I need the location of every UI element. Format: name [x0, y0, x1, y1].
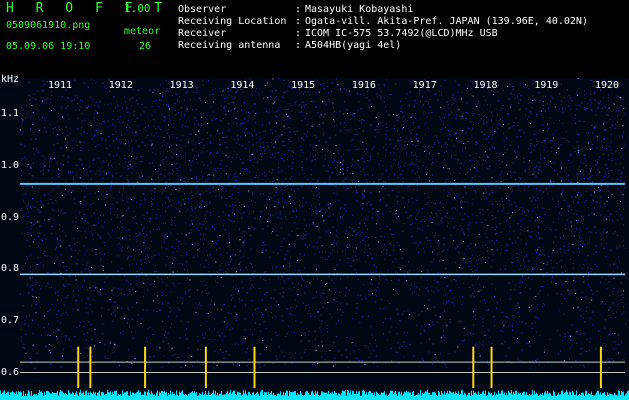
image-filename: 0509061910.png [6, 20, 91, 31]
x-tick-label: 1913 [169, 80, 194, 91]
x-tick-label: 1920 [595, 80, 620, 91]
location-sep: : [295, 16, 302, 27]
y-axis-unit: kHz [1, 74, 20, 85]
x-tick-label: 1916 [351, 80, 376, 91]
header-panel: H R O F F T 1.00 0509061910.png 05.09.06… [0, 0, 629, 78]
x-tick-label: 1911 [48, 80, 73, 91]
x-tick-label: 1915 [291, 80, 316, 91]
y-tick-label: 1.1 [1, 108, 20, 120]
y-tick-label: 0.6 [1, 366, 20, 378]
meteor-label: meteor [124, 26, 161, 37]
app-version: 1.00 [124, 2, 151, 15]
receiver-label: Receiver [178, 28, 227, 39]
meteor-count: 26 [139, 41, 152, 52]
x-tick-label: 1917 [412, 80, 437, 91]
x-tick-label: 1919 [534, 80, 559, 91]
location-label: Receiving Location [178, 16, 287, 27]
x-tick-label: 1914 [230, 80, 255, 91]
x-tick-label: 1912 [108, 80, 133, 91]
spectrogram-background [0, 78, 629, 400]
antenna-sep: : [295, 40, 302, 51]
observation-timestamp: 05.09.06 19:10 [6, 41, 91, 52]
receiver-sep: : [295, 28, 302, 39]
antenna-label: Receiving antenna [178, 40, 281, 51]
observer-sep: : [295, 4, 302, 15]
observer-label: Observer [178, 4, 227, 15]
y-tick-label: 0.8 [1, 263, 20, 275]
y-tick-label: 0.7 [1, 314, 20, 326]
location-value: Ogata-vill. Akita-Pref. JAPAN (139.96E, … [305, 16, 588, 27]
x-tick-label: 1918 [473, 80, 498, 91]
antenna-value: A504HB(yagi 4el) [305, 40, 402, 51]
y-tick-label: 1.0 [1, 159, 20, 171]
receiver-value: ICOM IC-575 53.7492(@LCD)MHz USB [305, 28, 498, 39]
y-tick-label: 0.9 [1, 211, 20, 223]
spectrogram-plot [0, 78, 629, 400]
observer-value: Masayuki Kobayashi [305, 4, 414, 15]
